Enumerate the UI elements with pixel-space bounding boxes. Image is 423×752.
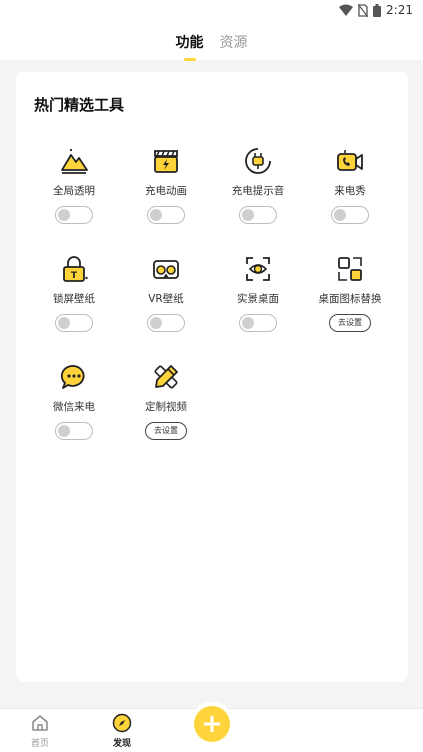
- tool-custom-video[interactable]: 定制视频 去设置: [120, 362, 212, 462]
- desktop-icon-go-settings-button[interactable]: 去设置: [329, 314, 371, 332]
- tool-label: 实景桌面: [237, 293, 279, 305]
- status-icons: 2:21: [339, 3, 413, 17]
- wechat-call-icon: [60, 365, 85, 389]
- mountain-icon: [61, 149, 88, 174]
- nav-item-label: 首页: [30, 739, 49, 749]
- tool-label: 桌面图标替换: [318, 293, 382, 305]
- tool-wechat-call[interactable]: 微信来电: [28, 362, 120, 462]
- tools-card: 热门精选工具 全局透明 充电动画 充电提示音 来电秀 T 锁屏壁纸 VR壁纸 实…: [16, 72, 408, 682]
- section-title: 热门精选工具: [34, 96, 125, 114]
- tool-vr-wallpaper[interactable]: VR壁纸: [120, 254, 212, 354]
- plus-icon: +: [201, 709, 223, 739]
- tool-charging-sound[interactable]: 充电提示音: [212, 146, 304, 246]
- svg-text:T: T: [71, 271, 78, 281]
- tool-label: 来电秀: [334, 185, 366, 197]
- tool-label: 全局透明: [53, 185, 95, 197]
- top-tab-bar: 功能 资源: [0, 24, 423, 60]
- wechat-call-toggle[interactable]: [55, 422, 93, 440]
- tool-label: 锁屏壁纸: [53, 293, 95, 305]
- clapperboard-icon: [154, 150, 178, 173]
- custom-video-go-settings-button[interactable]: 去设置: [145, 422, 187, 440]
- caller-show-toggle[interactable]: [331, 206, 369, 224]
- tab-features[interactable]: 功能: [176, 32, 204, 52]
- icon-swap-icon: [338, 257, 362, 281]
- vr-wallpaper-toggle[interactable]: [147, 314, 185, 332]
- tool-live-desktop[interactable]: 实景桌面: [212, 254, 304, 354]
- no-sim-icon: [358, 3, 369, 17]
- home-icon: [32, 715, 48, 731]
- tool-caller-show[interactable]: 来电秀: [304, 146, 396, 246]
- pencil-ruler-icon: [154, 365, 178, 389]
- global-transparent-toggle[interactable]: [55, 206, 93, 224]
- status-bar: 2:21: [0, 0, 423, 24]
- charging-sound-toggle[interactable]: [239, 206, 277, 224]
- live-desktop-toggle[interactable]: [239, 314, 277, 332]
- compass-icon: [112, 713, 132, 733]
- nav-item-home[interactable]: 首页: [20, 713, 60, 749]
- add-fab-button[interactable]: +: [194, 706, 230, 742]
- tool-global-transparent[interactable]: 全局透明: [28, 146, 120, 246]
- tool-label: 充电动画: [145, 185, 187, 197]
- tool-label: 定制视频: [145, 401, 187, 413]
- battery-icon: [373, 3, 382, 17]
- lock-icon: T: [63, 256, 88, 282]
- nav-item-discover[interactable]: 发现: [102, 713, 142, 749]
- charging-animation-toggle[interactable]: [147, 206, 185, 224]
- tool-label: 充电提示音: [231, 185, 285, 197]
- tool-desktop-icon-replace[interactable]: 桌面图标替换 去设置: [304, 254, 396, 354]
- tab-resources[interactable]: 资源: [220, 32, 248, 52]
- wifi-icon: [339, 4, 354, 16]
- video-call-icon: [337, 150, 363, 171]
- vr-headset-icon: [153, 260, 179, 279]
- status-time: 2:21: [386, 3, 413, 17]
- tool-lockscreen-wallpaper[interactable]: T 锁屏壁纸: [28, 254, 120, 354]
- nav-item-label: 发现: [112, 739, 131, 749]
- tool-label: VR壁纸: [148, 293, 184, 305]
- tool-label: 微信来电: [53, 401, 95, 413]
- plug-icon: [245, 148, 271, 174]
- lockscreen-wallpaper-toggle[interactable]: [55, 314, 93, 332]
- eye-scan-icon: [246, 257, 270, 281]
- tool-charging-animation[interactable]: 充电动画: [120, 146, 212, 246]
